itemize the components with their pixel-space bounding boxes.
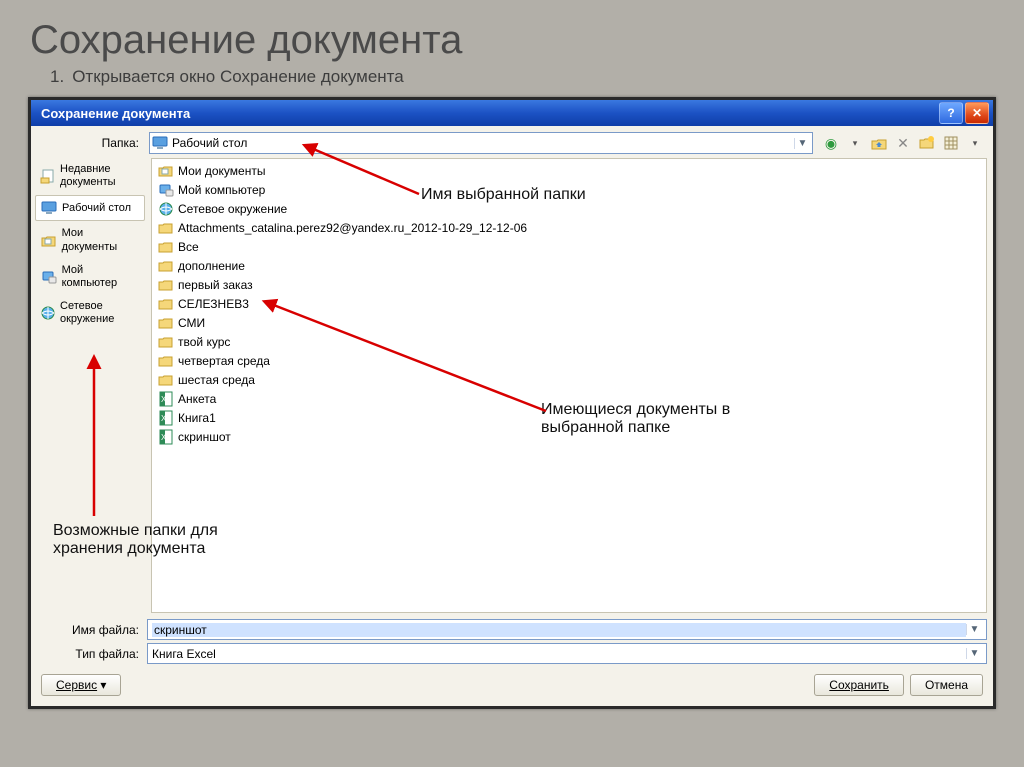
desktop-icon [40, 199, 58, 217]
list-item[interactable]: первый заказ [156, 275, 982, 294]
up-icon[interactable] [869, 133, 889, 153]
mypc-icon [158, 182, 174, 198]
annotation-folder-name: Имя выбранной папки [421, 186, 586, 204]
xls-icon: X [158, 410, 174, 426]
list-item[interactable]: СЕЛЕЗНЕВ3 [156, 294, 982, 313]
folder-icon [158, 239, 174, 255]
service-button[interactable]: Сервис ▾ [41, 674, 121, 696]
folder-icon [158, 315, 174, 331]
chevron-down-icon: ▼ [794, 138, 810, 149]
network-icon [40, 304, 56, 322]
save-dialog: Сохранение документа ? ✕ Папка: Рабочий … [28, 97, 996, 709]
mydocs-icon [158, 163, 174, 179]
recent-icon [40, 167, 56, 185]
svg-text:X: X [161, 395, 167, 404]
folder-dropdown-value: Рабочий стол [172, 136, 794, 150]
place-recent[interactable]: Недавние документы [35, 159, 145, 193]
folder-icon [158, 334, 174, 350]
button-bar: Сервис ▾ Сохранить Отмена [31, 666, 993, 706]
delete-icon[interactable]: ✕ [893, 133, 913, 153]
folder-icon [158, 277, 174, 293]
place-mypc[interactable]: Мой компьютер [35, 260, 145, 294]
desktop-icon [152, 135, 168, 151]
dialog-title: Сохранение документа [35, 106, 937, 121]
back-chevron-icon[interactable]: ▾ [845, 133, 865, 153]
svg-text:X: X [161, 414, 167, 423]
filename-value: скриншот [152, 623, 966, 637]
help-button[interactable]: ? [939, 102, 963, 124]
views-icon[interactable] [941, 133, 961, 153]
annotation-documents: Имеющиеся документы в выбранной папке [541, 401, 791, 437]
cancel-button[interactable]: Отмена [910, 674, 983, 696]
place-desktop[interactable]: Рабочий стол [35, 195, 145, 221]
list-item[interactable]: Все [156, 237, 982, 256]
place-network[interactable]: Сетевое окружение [35, 296, 145, 330]
toolbar-icons: ◉ ▾ ✕ ▾ [813, 133, 985, 153]
close-button[interactable]: ✕ [965, 102, 989, 124]
folder-icon [158, 372, 174, 388]
chevron-down-icon: ▼ [966, 648, 982, 659]
xls-icon: X [158, 429, 174, 445]
filename-combo[interactable]: скриншот ▼ [147, 619, 987, 640]
back-icon[interactable]: ◉ [821, 133, 841, 153]
annotation-places: Возможные папки для хранения документа [53, 522, 273, 558]
slide-list-item: 1.Открывается окно Сохранение документа [0, 67, 1024, 93]
list-item[interactable]: четвертая среда [156, 351, 982, 370]
mydocs-icon [40, 232, 58, 250]
list-item[interactable]: твой курс [156, 332, 982, 351]
dialog-body: Папка: Рабочий стол ▼ ◉ ▾ ✕ [31, 126, 993, 706]
folder-dropdown[interactable]: Рабочий стол ▼ [149, 132, 813, 154]
folder-icon [158, 258, 174, 274]
folder-icon [158, 220, 174, 236]
place-mydocs[interactable]: Мои документы [35, 223, 145, 257]
titlebar: Сохранение документа ? ✕ [31, 100, 993, 126]
list-item[interactable]: Attachments_catalina.perez92@yandex.ru_2… [156, 218, 982, 237]
filetype-label: Тип файла: [43, 647, 147, 661]
bottom-fields: Имя файла: скриншот ▼ Тип файла: Книга E… [31, 616, 993, 666]
folder-icon [158, 353, 174, 369]
xls-icon: X [158, 391, 174, 407]
list-item[interactable]: СМИ [156, 313, 982, 332]
chevron-down-icon: ▼ [966, 624, 982, 635]
svg-text:X: X [161, 433, 167, 442]
new-folder-icon[interactable] [917, 133, 937, 153]
list-item[interactable]: шестая среда [156, 370, 982, 389]
filetype-value: Книга Excel [152, 647, 966, 661]
file-list[interactable]: Мои документыМой компьютерСетевое окруже… [151, 158, 987, 613]
network-icon [158, 201, 174, 217]
list-item[interactable]: Мои документы [156, 161, 982, 180]
views-chevron-icon[interactable]: ▾ [965, 133, 985, 153]
folder-toolbar: Папка: Рабочий стол ▼ ◉ ▾ ✕ [31, 126, 993, 157]
slide-title: Сохранение документа [0, 0, 1024, 67]
folder-icon [158, 296, 174, 312]
mypc-icon [40, 268, 58, 286]
list-item[interactable]: дополнение [156, 256, 982, 275]
save-button[interactable]: Сохранить [814, 674, 904, 696]
folder-label: Папка: [39, 136, 149, 150]
filetype-combo[interactable]: Книга Excel ▼ [147, 643, 987, 664]
filename-label: Имя файла: [43, 623, 147, 637]
